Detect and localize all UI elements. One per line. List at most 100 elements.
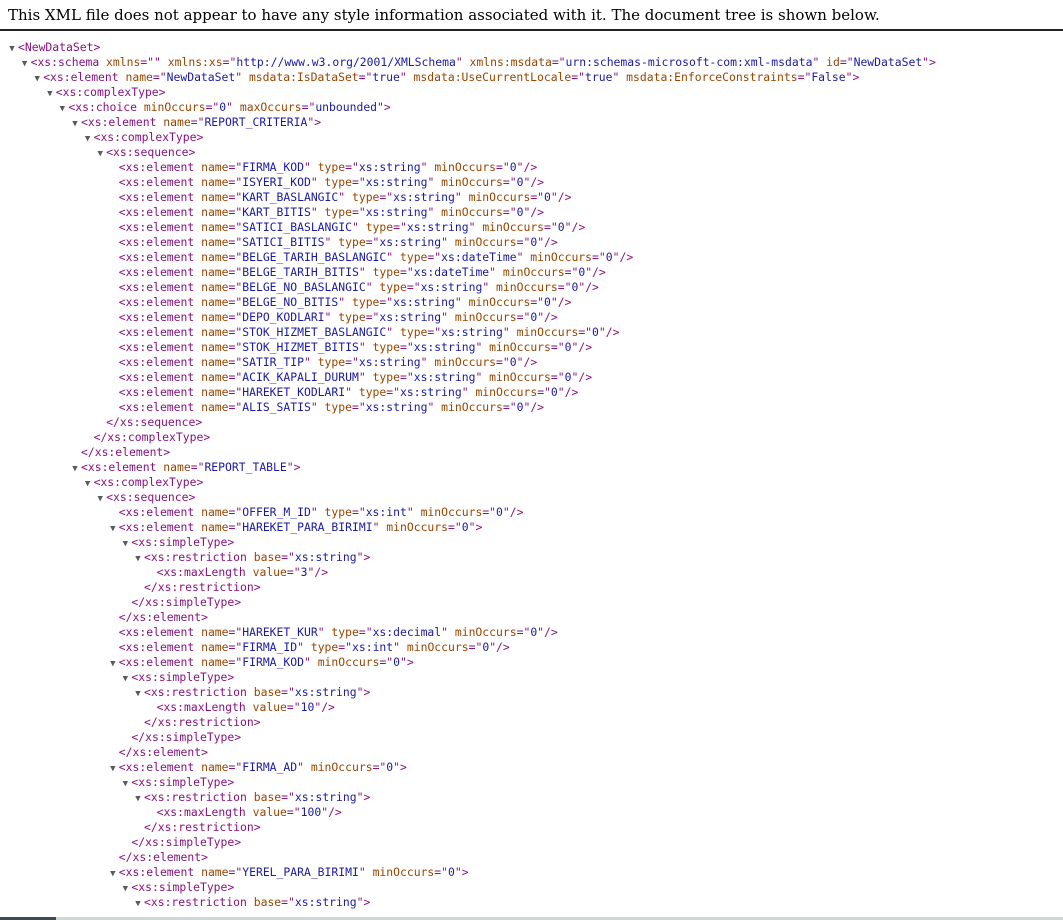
triangle-down-icon[interactable]: ▼ xyxy=(107,867,119,882)
triangle-down-icon[interactable]: ▼ xyxy=(119,777,131,792)
xml-line[interactable]: ▼ <xs:schema xmlns="" xmlns:xs="http://ww… xyxy=(19,55,936,70)
xml-attr-quote: " xyxy=(310,505,318,519)
triangle-down-icon[interactable]: ▼ xyxy=(82,132,94,147)
xml-line[interactable]: ▼ <xs:simpleType> xyxy=(119,535,235,552)
xml-attr-eq: =" xyxy=(286,700,301,714)
triangle-down-icon[interactable]: ▼ xyxy=(119,672,131,687)
xml-attr-name: name xyxy=(163,115,191,129)
xml-line[interactable]: ▼ <xs:restriction base="xs:string"> xyxy=(132,790,370,805)
xml-line[interactable]: ▼ <NewDataSet> xyxy=(6,40,100,55)
xml-line[interactable]: ▼ <xs:simpleType> xyxy=(119,775,235,792)
triangle-down-icon[interactable]: ▼ xyxy=(119,537,131,552)
xml-attr-value: ISYERI_KOD xyxy=(242,175,311,189)
triangle-down-icon[interactable]: ▼ xyxy=(132,687,144,702)
xml-line[interactable]: ▼ <xs:restriction base="xs:string"> xyxy=(132,685,370,700)
xml-attr-name: type xyxy=(317,160,346,174)
xml-attr-name: type xyxy=(317,355,346,369)
xml-tag: <xs:simpleType xyxy=(131,535,228,549)
xml-attr-quote: " xyxy=(441,235,449,249)
triangle-down-icon[interactable]: ▼ xyxy=(132,792,144,807)
xml-attr-name: type xyxy=(372,340,400,354)
xml-attr-quote: " xyxy=(393,760,401,774)
triangle-down-icon[interactable]: ▼ xyxy=(94,147,106,162)
xml-attr-value: False xyxy=(811,70,846,84)
xml-line[interactable]: ▼ <xs:sequence> xyxy=(94,490,195,505)
triangle-down-icon[interactable]: ▼ xyxy=(19,57,31,72)
xml-attr-name: type xyxy=(338,310,366,324)
xml-attr-name: minOccurs xyxy=(482,220,545,234)
triangle-down-icon[interactable]: ▼ xyxy=(31,72,43,87)
xml-attr-name: minOccurs xyxy=(386,520,449,534)
xml-attr-eq: =" xyxy=(434,865,449,879)
xml-attr-eq: =" xyxy=(379,190,394,204)
xml-line[interactable]: ▼ <xs:simpleType> xyxy=(119,670,235,687)
xml-tag-end: /> xyxy=(530,205,545,219)
xml-line[interactable]: ▼ <xs:element name="FIRMA_KOD" minOccurs=… xyxy=(107,655,414,670)
xml-line[interactable]: ▼ <xs:element name="REPORT_CRITERIA"> xyxy=(69,115,321,130)
triangle-down-icon[interactable]: ▼ xyxy=(107,762,119,777)
xml-line[interactable]: ▼ <xs:complexType> xyxy=(82,475,204,492)
xml-line[interactable]: ▼ <xs:element name="REPORT_TABLE"> xyxy=(69,460,300,475)
triangle-down-icon[interactable]: ▼ xyxy=(56,102,68,117)
xml-line[interactable]: ▼ <xs:complexType> xyxy=(82,130,203,147)
xml-tag-end: /> xyxy=(496,640,510,654)
xml-line[interactable]: ▼ <xs:element name="HAREKET_PARA_BIRIMI" … xyxy=(107,520,482,537)
triangle-down-icon[interactable]: ▼ xyxy=(6,42,18,57)
xml-attr-name: msdata:EnforceConstraints xyxy=(626,70,798,84)
xml-line[interactable]: ▼ <xs:element name="NewDataSet" msdata:Is… xyxy=(31,70,859,85)
xml-line[interactable]: ▼ <xs:element name="YEREL_PARA_BIRIMI" mi… xyxy=(107,865,469,880)
xml-attr-value: HAREKET_PARA_BIRIMI xyxy=(242,520,373,534)
xml-attr-value: NewDataSet xyxy=(853,55,923,69)
xml-tag-end: > xyxy=(363,895,371,909)
xml-attr-name: type xyxy=(351,295,380,309)
xml-attr-quote: " xyxy=(922,55,930,69)
xml-tag: </xs:element> xyxy=(81,445,171,459)
xml-tag: <xs:element xyxy=(118,295,195,309)
xml-tag-end: > xyxy=(929,55,936,69)
triangle-down-icon[interactable]: ▼ xyxy=(132,897,144,912)
xml-attr-name: name xyxy=(201,520,229,534)
xml-attr-name: minOccurs xyxy=(475,385,538,399)
triangle-down-icon[interactable]: ▼ xyxy=(69,117,81,132)
xml-attr-quote: " xyxy=(550,295,558,309)
xml-attr-eq: =" xyxy=(228,340,243,354)
xml-attr-value: REPORT_TABLE xyxy=(204,460,287,474)
triangle-down-icon[interactable]: ▼ xyxy=(107,522,119,537)
xml-attr-eq: =" xyxy=(427,325,442,339)
xml-attr-name: minOccurs xyxy=(489,340,551,354)
xml-attr-name: name xyxy=(201,325,229,339)
triangle-down-icon[interactable]: ▼ xyxy=(119,882,131,897)
xml-line[interactable]: ▼ <xs:element name="FIRMA_AD" minOccurs="… xyxy=(107,760,407,775)
xml-line[interactable]: ▼ <xs:restriction base="xs:string"> xyxy=(132,895,370,910)
xml-line: <xs:element name="STOK_HIZMET_BITIS" typ… xyxy=(119,340,592,355)
xml-line: <xs:element name="STOK_HIZMET_BASLANGIC"… xyxy=(119,325,620,340)
xml-attr-quote: " xyxy=(345,385,352,399)
xml-attr-quote: " xyxy=(324,235,332,249)
xml-line[interactable]: ▼ <xs:restriction base="xs:string"> xyxy=(132,550,370,565)
xml-attr-value: SATICI_BASLANGIC xyxy=(242,220,352,234)
xml-attr-value: 0 xyxy=(509,160,517,174)
xml-line[interactable]: ▼ <xs:simpleType> xyxy=(119,880,235,897)
xml-line[interactable]: ▼ <xs:choice minOccurs="0" maxOccurs="unb… xyxy=(56,100,391,117)
xml-attr-quote: " xyxy=(377,100,384,114)
xml-tag-end: > xyxy=(196,475,204,489)
xml-line[interactable]: ▼ <xs:sequence> xyxy=(94,145,195,160)
triangle-down-icon[interactable]: ▼ xyxy=(132,552,144,567)
xml-attr-name: name xyxy=(201,220,229,234)
triangle-down-icon[interactable]: ▼ xyxy=(94,492,106,507)
xml-tag: <xs:element xyxy=(118,400,195,414)
xml-attr-quote: " xyxy=(461,385,469,399)
xml-attr-value: 0 xyxy=(496,505,503,519)
triangle-down-icon[interactable]: ▼ xyxy=(69,462,81,477)
triangle-down-icon[interactable]: ▼ xyxy=(82,477,94,492)
xml-attr-eq: =" xyxy=(228,505,243,519)
xml-tag-end: /> xyxy=(557,190,572,204)
triangle-down-icon[interactable]: ▼ xyxy=(107,657,119,672)
triangle-down-icon[interactable]: ▼ xyxy=(44,87,56,102)
xml-attr-value: xs:string xyxy=(393,295,455,309)
xml-attr-value: xs:string xyxy=(365,205,428,219)
xml-tag: <xs:element xyxy=(118,385,195,399)
xml-attr-value: xs:string xyxy=(413,340,476,354)
xml-line[interactable]: ▼ <xs:complexType> xyxy=(44,85,165,102)
xml-tag: <xs:complexType xyxy=(93,475,197,489)
